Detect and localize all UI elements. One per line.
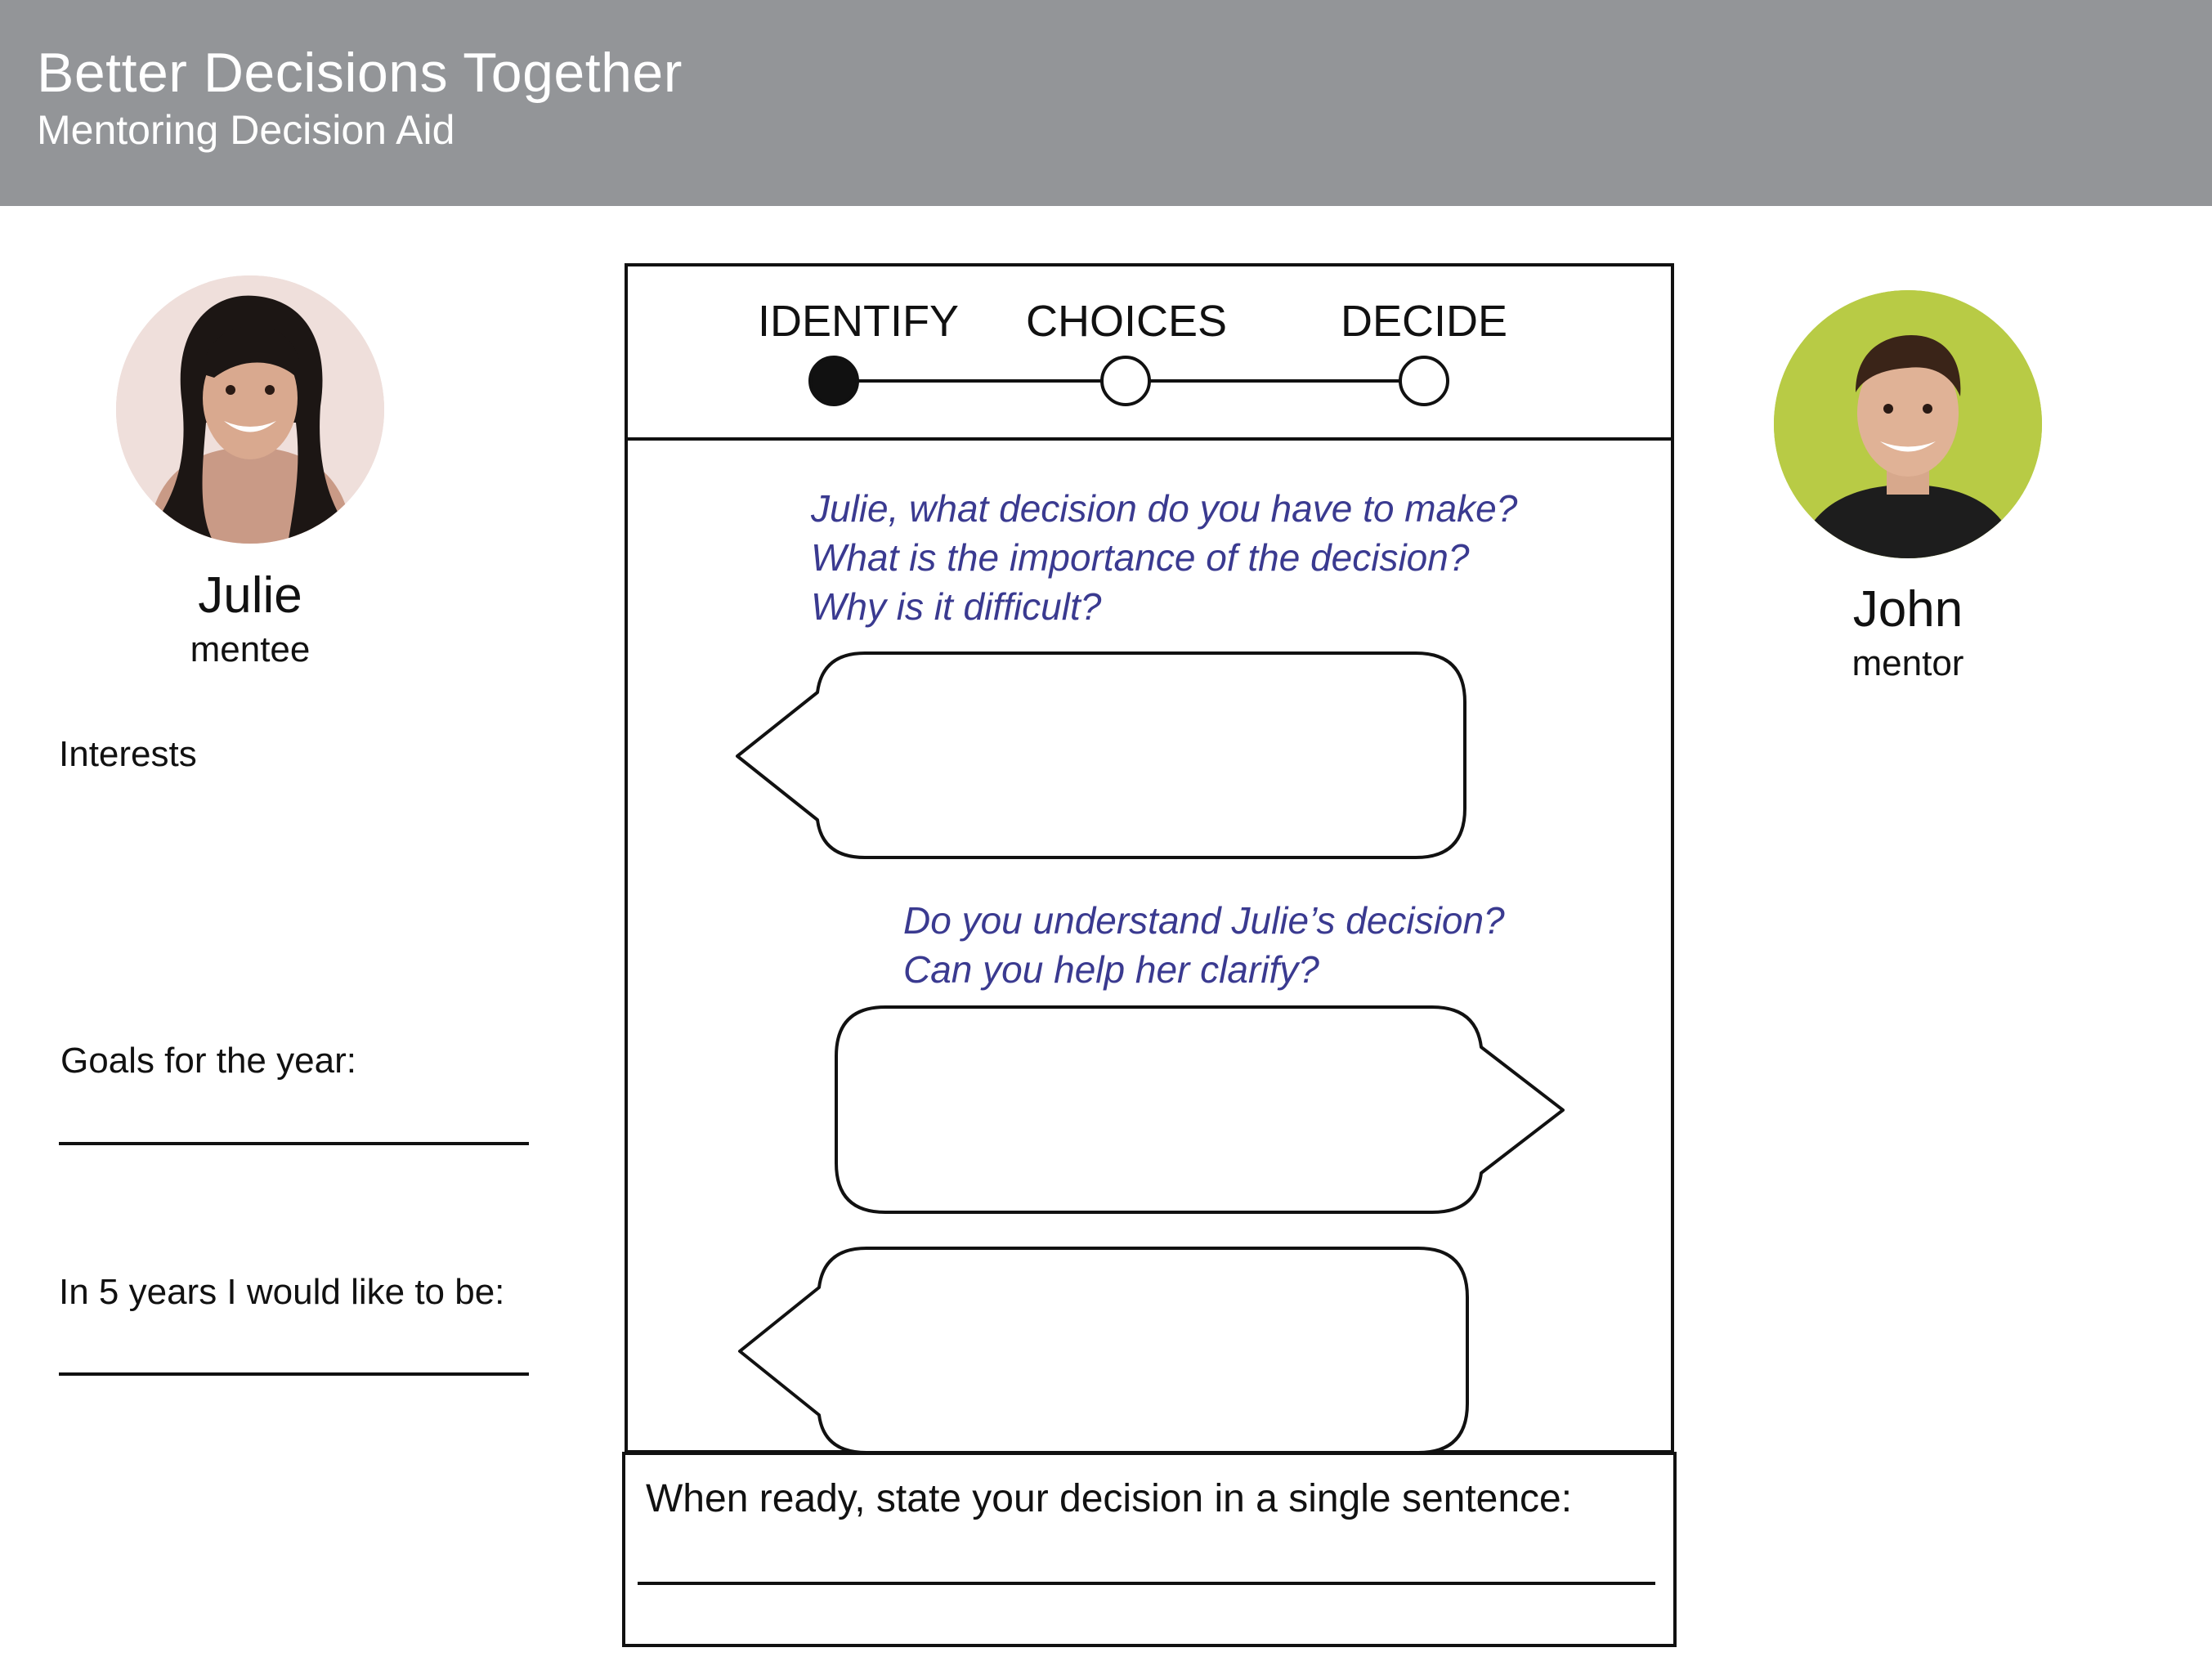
decision-statement-label: When ready, state your decision in a sin… — [646, 1477, 1573, 1520]
mentor-prompt-line-1: Do you understand Julie’s decision? — [903, 899, 1505, 942]
mentor-prompt: Do you understand Julie’s decision? Can … — [903, 896, 1505, 994]
mentee-prompt: Julie, what decision do you have to make… — [811, 484, 1517, 631]
mentee-prompt-line-2: What is the importance of the decision? — [811, 536, 1470, 579]
step-decide-dot[interactable] — [1399, 356, 1449, 406]
decision-statement-input-line[interactable] — [638, 1582, 1655, 1585]
conversation-graphics — [736, 356, 1565, 1454]
mentor-response-bubble[interactable] — [835, 1005, 1565, 1214]
mentee-response-bubble-1[interactable] — [736, 651, 1466, 859]
mentor-prompt-line-2: Can you help her clarify? — [903, 948, 1319, 991]
step-choices-dot[interactable] — [1100, 356, 1151, 406]
mentee-response-bubble-2[interactable] — [738, 1247, 1469, 1454]
step-identify-dot[interactable] — [808, 356, 859, 406]
mentee-prompt-line-1: Julie, what decision do you have to make… — [811, 487, 1518, 530]
mentee-prompt-line-3: Why is it difficult? — [811, 585, 1102, 628]
